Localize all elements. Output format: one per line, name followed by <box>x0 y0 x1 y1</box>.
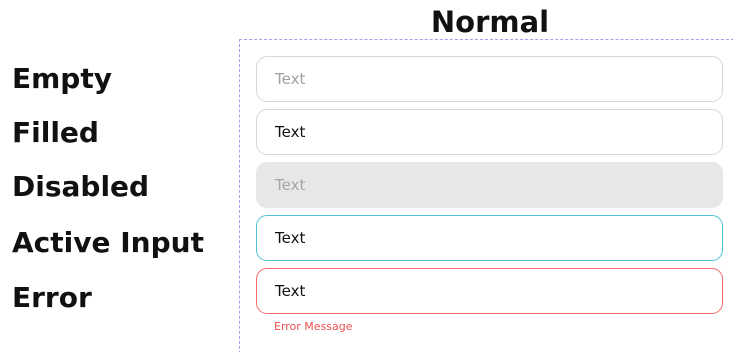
row-label-active-input: Active Input <box>12 226 204 259</box>
row-label-disabled: Disabled <box>12 170 150 203</box>
input-value: Text <box>275 282 306 300</box>
text-input-empty[interactable]: Text <box>256 56 723 102</box>
column-title-normal: Normal <box>430 5 550 39</box>
input-placeholder: Text <box>275 70 306 88</box>
error-message: Error Message <box>274 320 353 333</box>
text-input-disabled: Text <box>256 162 723 208</box>
input-value: Text <box>275 229 306 247</box>
text-input-error[interactable]: Text <box>256 268 723 314</box>
row-label-empty: Empty <box>12 62 112 95</box>
input-value: Text <box>275 123 306 141</box>
input-value: Text <box>275 176 306 194</box>
row-label-error: Error <box>12 281 92 314</box>
row-label-filled: Filled <box>12 116 99 149</box>
text-input-active[interactable]: Text <box>256 215 723 261</box>
text-input-filled[interactable]: Text <box>256 109 723 155</box>
